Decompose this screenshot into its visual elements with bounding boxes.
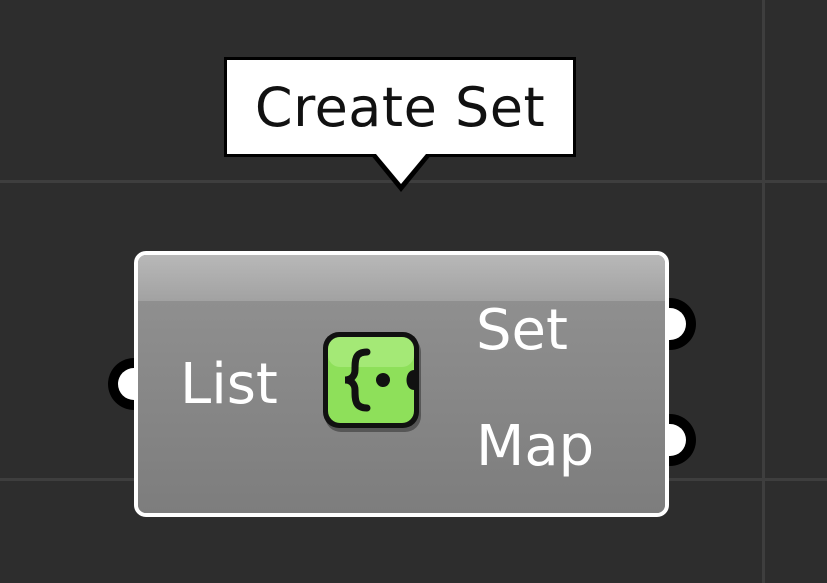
output-label-set: Set	[476, 298, 568, 363]
input-label-list: List	[180, 352, 278, 417]
tooltip-text: Create Set	[254, 75, 546, 139]
canvas-grid-line	[762, 0, 765, 583]
tooltip-pointer	[370, 154, 432, 192]
create-set-component[interactable]: List Set Map	[134, 251, 669, 517]
create-set-icon	[323, 332, 421, 432]
output-label-map: Map	[476, 414, 595, 479]
component-header	[138, 255, 665, 301]
component-tooltip: Create Set	[224, 57, 576, 157]
